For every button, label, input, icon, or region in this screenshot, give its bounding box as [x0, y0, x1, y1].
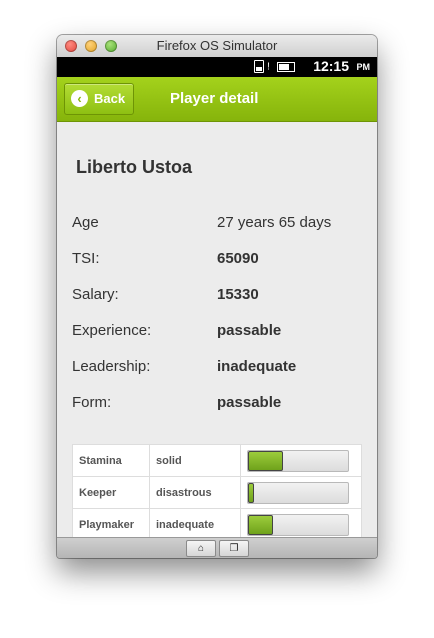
info-label: Age	[72, 214, 99, 231]
info-value: inadequate	[217, 358, 297, 375]
page-title: Player detail	[170, 90, 259, 107]
info-row: Experience: passable	[72, 322, 372, 342]
simulator-bottom-bar: ⌂ ❐	[57, 537, 377, 558]
sim-card-icon	[254, 60, 265, 73]
info-value: passable	[217, 322, 282, 339]
info-label: Form:	[72, 394, 112, 411]
exclamation-icon: !	[267, 61, 270, 73]
skill-bar	[247, 513, 349, 536]
app-header: ‹ Back Player detail	[57, 77, 377, 122]
info-row: Leadership: inadequate	[72, 358, 372, 378]
battery-icon	[277, 61, 295, 72]
back-button[interactable]: ‹ Back	[64, 83, 134, 115]
player-detail-content[interactable]: Liberto Ustoa Age 27 years 65 days TSI: 650…	[57, 122, 377, 538]
info-value: 27 years 65 days	[217, 214, 332, 231]
back-button-label: Back	[94, 91, 126, 106]
info-value: passable	[217, 394, 282, 411]
info-label: Leadership:	[72, 358, 151, 375]
skill-level: solid	[149, 444, 241, 477]
skill-row: Playmaker inadequate	[72, 508, 362, 538]
skills-table: Stamina solid Keeper disastrous Playmaker ina…	[72, 444, 362, 538]
info-row: TSI: 65090	[72, 250, 372, 270]
window-title: Firefox OS Simulator	[156, 38, 278, 53]
skill-name: Keeper	[72, 476, 150, 509]
skill-bar-fill	[248, 482, 254, 503]
skill-row: Keeper disastrous	[72, 476, 362, 509]
status-time: 12:15	[313, 58, 349, 74]
info-label: TSI:	[72, 250, 100, 267]
chevron-left-icon: ‹	[71, 90, 88, 107]
player-name: Liberto Ustoa	[76, 157, 193, 177]
skill-name: Stamina	[72, 444, 150, 477]
skill-bar-cell	[240, 476, 362, 509]
skill-level: disastrous	[149, 476, 241, 509]
status-ampm: PM	[356, 62, 371, 72]
simulator-window: Firefox OS Simulator ! 12:15 PM ‹ Back P…	[57, 35, 377, 558]
phone-status-bar: ! 12:15 PM	[57, 57, 377, 77]
windows-icon: ❐	[229, 543, 239, 554]
info-value: 15330	[217, 286, 259, 303]
home-button[interactable]: ⌂	[186, 540, 216, 557]
info-value: 65090	[217, 250, 259, 267]
skill-bar-cell	[240, 508, 362, 538]
skill-bar-cell	[240, 444, 362, 477]
status-icons: !	[254, 60, 295, 73]
home-icon: ⌂	[197, 543, 205, 554]
info-label: Salary:	[72, 286, 119, 303]
skill-bar-fill	[248, 450, 283, 471]
windows-button[interactable]: ❐	[219, 540, 249, 557]
window-titlebar: Firefox OS Simulator	[57, 35, 377, 58]
skill-bar	[247, 481, 349, 504]
skill-bar	[247, 449, 349, 472]
info-label: Experience:	[72, 322, 152, 339]
skill-row: Stamina solid	[72, 444, 362, 477]
skill-bar-fill	[248, 514, 273, 535]
info-row: Form: passable	[72, 394, 372, 414]
info-row: Salary: 15330	[72, 286, 372, 306]
info-row: Age 27 years 65 days	[72, 214, 372, 234]
skill-name: Playmaker	[72, 508, 150, 538]
skill-level: inadequate	[149, 508, 241, 538]
